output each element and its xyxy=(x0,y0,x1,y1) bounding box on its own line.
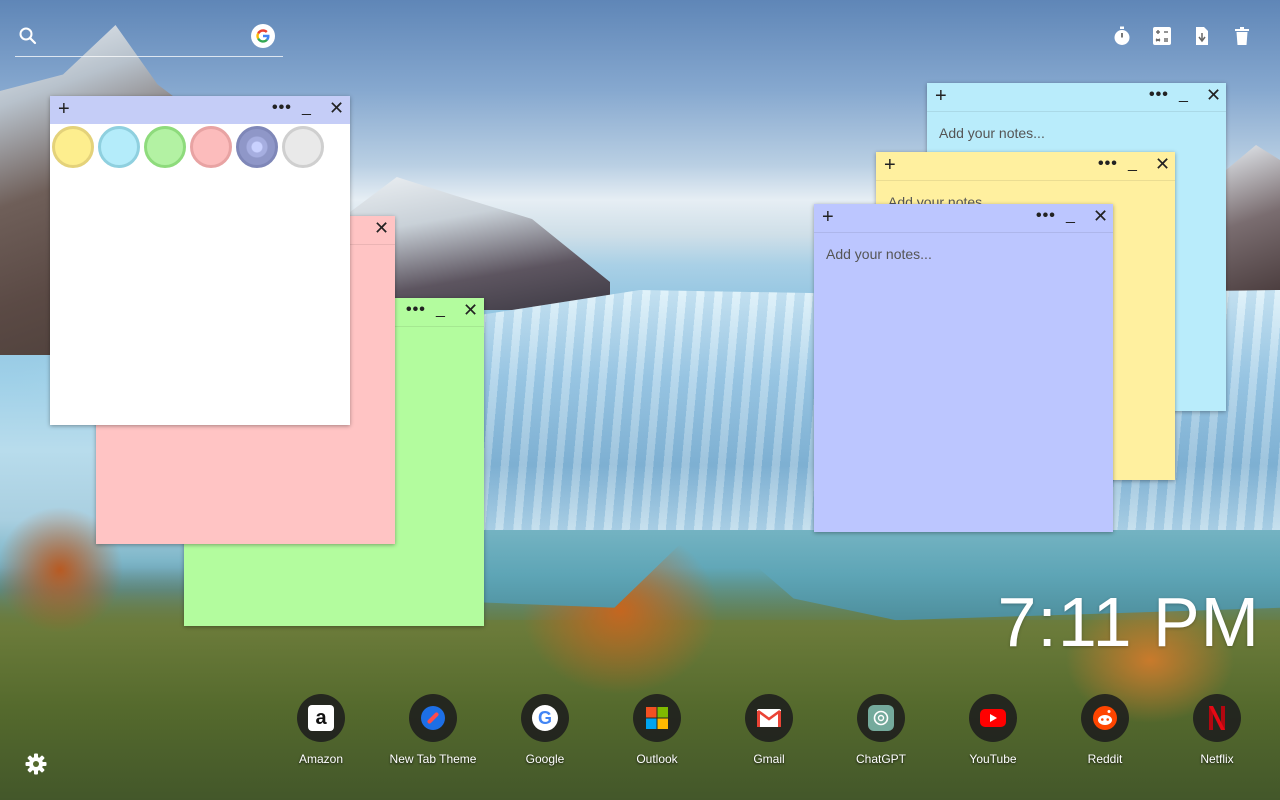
background-mountain-right xyxy=(1220,145,1280,295)
shortcut-reddit[interactable]: Reddit xyxy=(1049,694,1161,766)
note-menu-icon[interactable]: ••• xyxy=(406,301,426,319)
swatch-pink[interactable] xyxy=(190,126,232,168)
note-close-icon[interactable]: ✕ xyxy=(374,218,389,239)
sticky-note-white[interactable]: + ••• _ ✕ xyxy=(50,96,350,425)
google-icon: G xyxy=(521,694,569,742)
search-icon[interactable] xyxy=(18,26,38,46)
netflix-icon xyxy=(1193,694,1241,742)
note-add-icon[interactable]: + xyxy=(822,206,834,228)
clipboard-icon[interactable] xyxy=(1190,24,1214,48)
shortcut-label: Reddit xyxy=(1087,752,1123,766)
new-tab-theme-icon xyxy=(409,694,457,742)
note-toolbar: + ••• _ ✕ xyxy=(927,83,1226,112)
swatch-blue-selected[interactable] xyxy=(236,126,278,168)
note-minimize-icon[interactable]: _ xyxy=(1066,207,1075,225)
color-palette xyxy=(52,126,324,168)
swatch-cyan[interactable] xyxy=(98,126,140,168)
sticky-note-blue[interactable]: + ••• _ ✕ xyxy=(814,204,1113,532)
note-minimize-icon[interactable]: _ xyxy=(1179,86,1188,104)
note-minimize-icon[interactable]: _ xyxy=(436,301,445,319)
shortcut-google[interactable]: G Google xyxy=(489,694,601,766)
note-close-icon[interactable]: ✕ xyxy=(1093,206,1108,227)
outlook-icon xyxy=(633,694,681,742)
shortcut-label: Amazon xyxy=(298,752,344,766)
reddit-icon xyxy=(1081,694,1129,742)
swatch-gray[interactable] xyxy=(282,126,324,168)
note-close-icon[interactable]: ✕ xyxy=(463,300,478,321)
note-add-icon[interactable]: + xyxy=(935,85,947,107)
gmail-icon xyxy=(745,694,793,742)
search-bar xyxy=(15,22,283,57)
google-g-icon[interactable] xyxy=(251,24,275,48)
shortcut-label: New Tab Theme xyxy=(389,752,477,766)
note-toolbar: + ••• _ ✕ xyxy=(814,204,1113,233)
shortcut-label: Netflix xyxy=(1200,752,1234,766)
youtube-icon xyxy=(969,694,1017,742)
note-toolbar: + ••• _ ✕ xyxy=(50,96,350,124)
calculator-icon[interactable] xyxy=(1150,24,1174,48)
note-add-icon[interactable]: + xyxy=(884,154,896,176)
note-minimize-icon[interactable]: _ xyxy=(1128,155,1137,173)
swatch-green[interactable] xyxy=(144,126,186,168)
timer-icon[interactable] xyxy=(1110,24,1134,48)
shortcuts-bar: a Amazon New Tab Theme G Google Outlook … xyxy=(265,694,1273,766)
note-menu-icon[interactable]: ••• xyxy=(1149,86,1169,104)
chatgpt-icon xyxy=(857,694,905,742)
search-input[interactable] xyxy=(47,26,241,50)
note-close-icon[interactable]: ✕ xyxy=(329,98,344,119)
shortcut-chatgpt[interactable]: ChatGPT xyxy=(825,694,937,766)
note-minimize-icon[interactable]: _ xyxy=(302,99,311,117)
note-menu-icon[interactable]: ••• xyxy=(272,99,292,117)
shortcut-amazon[interactable]: a Amazon xyxy=(265,694,377,766)
amazon-icon: a xyxy=(297,694,345,742)
settings-gear-icon[interactable] xyxy=(24,752,48,776)
note-add-icon[interactable]: + xyxy=(58,98,70,120)
shortcut-gmail[interactable]: Gmail xyxy=(713,694,825,766)
note-menu-icon[interactable]: ••• xyxy=(1098,155,1118,173)
clock: 7:11 PM xyxy=(997,583,1260,661)
note-close-icon[interactable]: ✕ xyxy=(1155,154,1170,175)
trash-icon[interactable] xyxy=(1230,24,1254,48)
shortcut-label: ChatGPT xyxy=(855,752,906,766)
shortcut-outlook[interactable]: Outlook xyxy=(601,694,713,766)
shortcut-label: Outlook xyxy=(636,752,678,766)
note-menu-icon[interactable]: ••• xyxy=(1036,207,1056,225)
note-close-icon[interactable]: ✕ xyxy=(1206,85,1221,106)
swatch-yellow[interactable] xyxy=(52,126,94,168)
shortcut-label: Google xyxy=(525,752,565,766)
shortcut-netflix[interactable]: Netflix xyxy=(1161,694,1273,766)
shortcut-new-tab-theme[interactable]: New Tab Theme xyxy=(377,694,489,766)
toolbar xyxy=(1110,24,1254,48)
note-text-input[interactable] xyxy=(824,244,1103,522)
shortcut-label: YouTube xyxy=(969,752,1017,766)
note-toolbar: + ••• _ ✕ xyxy=(876,152,1175,181)
shortcut-youtube[interactable]: YouTube xyxy=(937,694,1049,766)
shortcut-label: Gmail xyxy=(753,752,785,766)
